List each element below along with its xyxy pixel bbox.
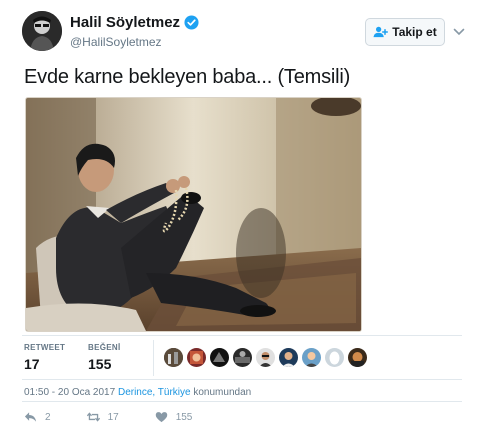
reply-button[interactable]: 2: [24, 411, 51, 423]
like-stat-value: 155: [88, 356, 112, 372]
tweet-timestamp[interactable]: 01:50 - 20 Oca 2017: [24, 387, 115, 398]
liker-avatar[interactable]: [302, 348, 321, 367]
liker-avatar[interactable]: [256, 348, 275, 367]
add-user-icon: [373, 26, 389, 38]
liker-avatar[interactable]: [187, 348, 206, 367]
heart-icon: [155, 412, 167, 423]
user-handle[interactable]: @HalilSoyletmez: [70, 35, 162, 49]
user-name-row[interactable]: Halil Söyletmez: [70, 14, 199, 31]
tweet-card: Halil Söyletmez @HalilSoyletmez Takip et…: [0, 0, 485, 440]
tweet-actions: 2 17 155: [24, 411, 192, 423]
like-count: 155: [175, 411, 193, 423]
verified-badge-icon: [184, 15, 199, 30]
reply-icon: [24, 412, 37, 422]
follow-button-label: Takip et: [392, 25, 437, 39]
like-button[interactable]: 155: [155, 411, 193, 423]
liker-avatar[interactable]: [325, 348, 344, 367]
retweet-icon: [86, 412, 100, 422]
liker-avatar[interactable]: [279, 348, 298, 367]
liker-avatar[interactable]: [210, 348, 229, 367]
liker-avatar[interactable]: [233, 348, 252, 367]
retweet-stat[interactable]: RETWEET 17: [24, 343, 65, 372]
user-name[interactable]: Halil Söyletmez: [70, 14, 180, 31]
liker-avatar[interactable]: [164, 348, 183, 367]
tweet-location[interactable]: Derince, Türkiye: [118, 387, 191, 398]
divider: [22, 401, 462, 402]
divider: [22, 379, 462, 380]
liker-avatar[interactable]: [348, 348, 367, 367]
divider: [22, 335, 462, 336]
tweet-meta: 01:50 - 20 Oca 2017 Derince, Türkiye kon…: [24, 387, 251, 398]
reply-count: 2: [45, 411, 51, 423]
avatar[interactable]: [22, 11, 62, 51]
like-stat[interactable]: BEĞENİ 155: [88, 343, 120, 372]
liker-avatars: [164, 348, 371, 367]
photo-film-still: [26, 98, 361, 331]
retweet-stat-value: 17: [24, 356, 40, 372]
like-stat-label: BEĞENİ: [88, 343, 121, 352]
stat-divider: [153, 340, 154, 376]
follow-button[interactable]: Takip et: [365, 18, 445, 46]
tweet-photo[interactable]: [25, 97, 362, 332]
tweet-text: Evde karne bekleyen baba... (Temsili): [24, 66, 351, 88]
tweet-location-suffix: konumundan: [193, 387, 252, 398]
retweet-count: 17: [107, 411, 119, 423]
chevron-down-icon[interactable]: [453, 27, 465, 37]
retweet-button[interactable]: 17: [86, 411, 119, 423]
retweet-stat-label: RETWEET: [24, 343, 66, 352]
